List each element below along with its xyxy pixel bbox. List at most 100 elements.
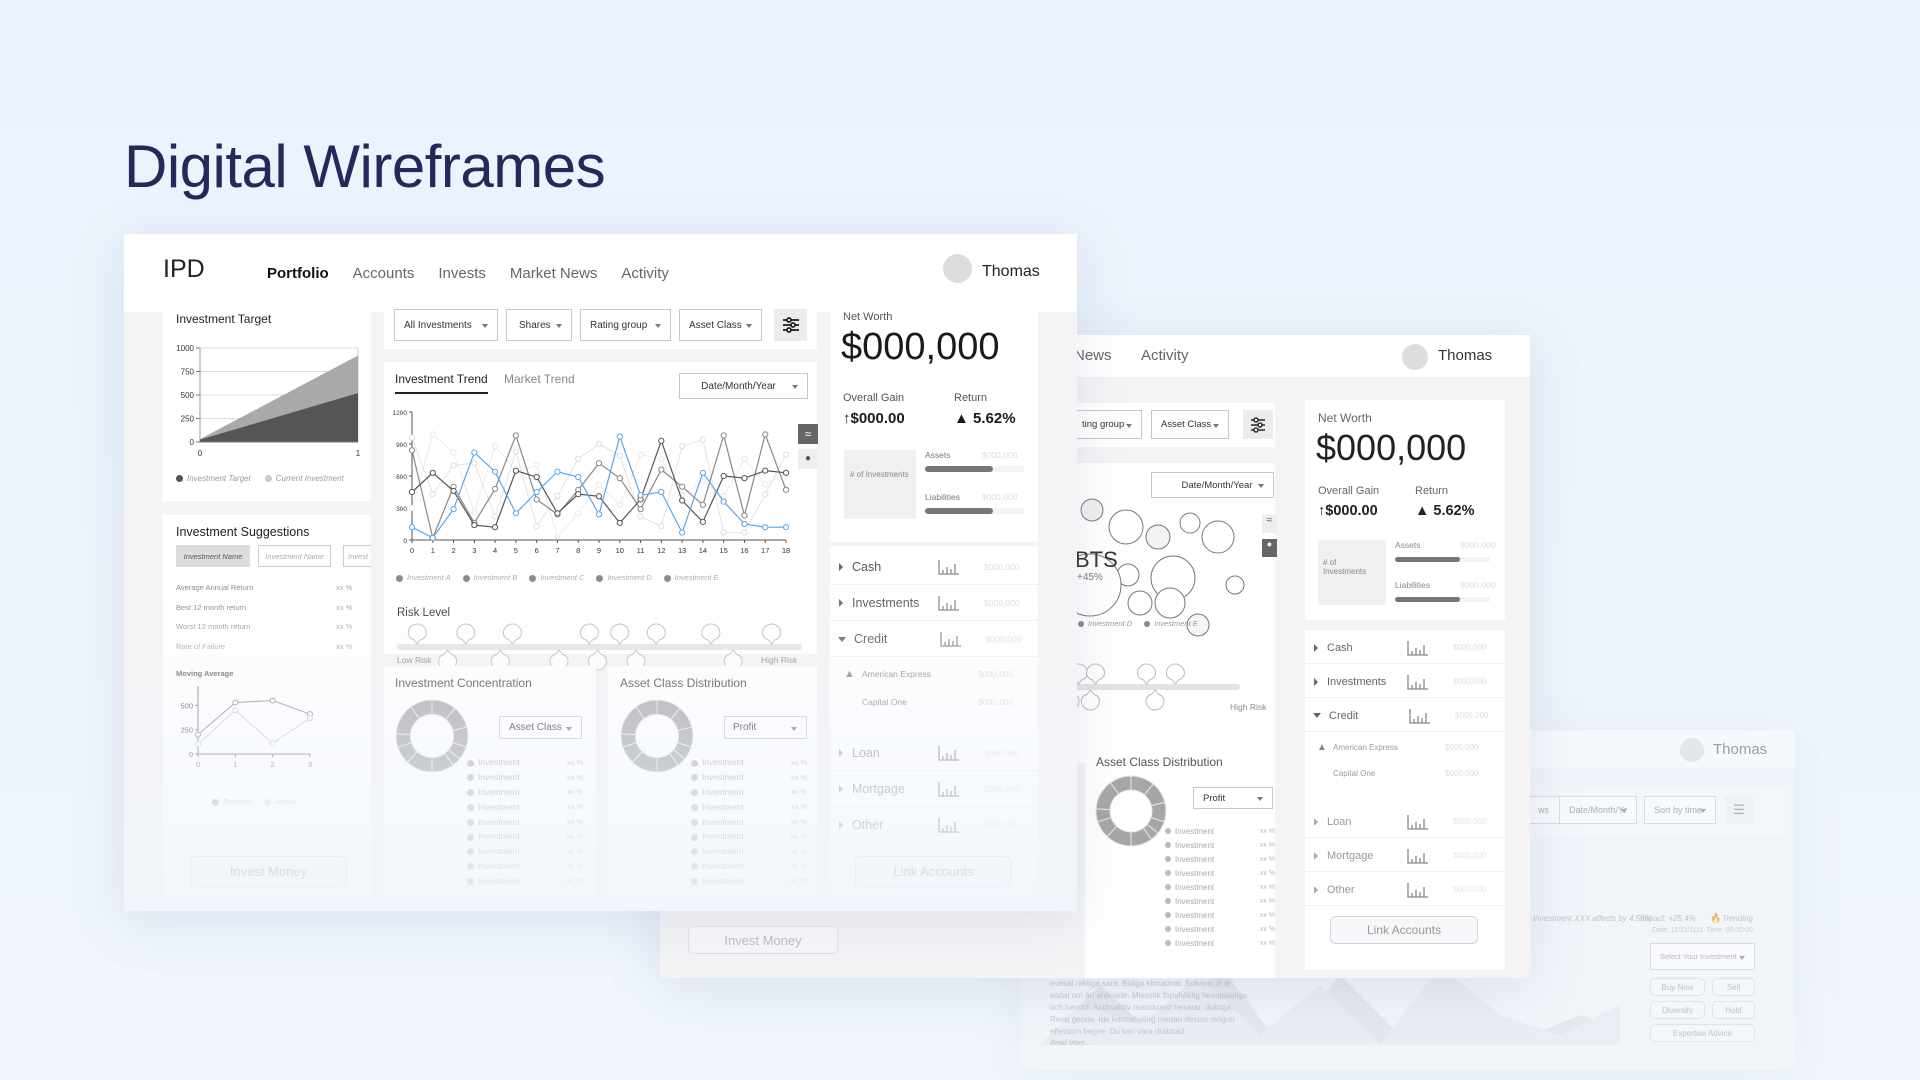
shares-dropdown[interactable]: Shares (506, 309, 572, 341)
news-headline: ce: Investment XXX affects by 4.56% (1520, 914, 1652, 923)
nav-market-news[interactable]: Market News (510, 265, 598, 282)
credit-account-row[interactable]: ▲ American Express $000,000 (1305, 736, 1505, 758)
bar-chart-icon[interactable] (938, 559, 960, 575)
trend-legend: Investment A Investment B Investment C Inve… (396, 573, 718, 582)
bar-chart-icon[interactable] (1407, 674, 1429, 690)
nav-market-news[interactable]: News (1074, 347, 1112, 364)
nav-activity[interactable]: Activity (1141, 347, 1189, 364)
legend-dot (467, 878, 474, 886)
bubble-chart-icon[interactable]: ● (798, 449, 818, 469)
bar-chart-icon[interactable] (1407, 814, 1429, 830)
account-row-other[interactable]: Other $000,000 (830, 808, 1038, 843)
nav-invests[interactable]: Invests (438, 265, 486, 282)
account-row[interactable]: Loan $000,000 (1305, 806, 1505, 838)
bar-chart-icon[interactable] (938, 781, 960, 797)
account-row-mortgage[interactable]: Mortgage $000,000 (830, 772, 1038, 807)
account-row[interactable]: Investments $000,000 (1305, 666, 1505, 698)
account-row-loan[interactable]: Loan $000,000 (830, 736, 1038, 771)
hold-button[interactable]: Hold (1712, 1001, 1755, 1019)
account-row[interactable]: Mortgage $000,000 (1305, 840, 1505, 872)
bar-chart-icon[interactable] (938, 595, 960, 611)
point-investment-c (720, 432, 727, 439)
read-more-link[interactable]: Read More... (1050, 1040, 1090, 1047)
chevron-down-icon[interactable] (838, 636, 846, 642)
credit-account-row[interactable]: Capital One $000,000 (830, 690, 1038, 714)
rating-group-dropdown[interactable]: Rating group (580, 309, 671, 341)
chevron-right-icon[interactable] (1314, 677, 1318, 686)
bar-chart-icon[interactable] (1407, 848, 1429, 864)
invest-money-button[interactable]: Invest Money (190, 856, 347, 887)
asset-class-dropdown[interactable]: Asset Class (1151, 410, 1229, 439)
account-row[interactable]: Other $000,000 (1305, 874, 1505, 906)
link-accounts-button[interactable]: Link Accounts (1330, 916, 1478, 944)
date-dropdown[interactable]: Date/Month/Yr (1559, 796, 1637, 824)
suggestion-tab-1[interactable]: Investment Name (176, 545, 250, 567)
user-name[interactable]: Thomas (982, 257, 1040, 287)
risk-marker (579, 623, 599, 645)
asset-class-dropdown[interactable]: Asset Class (499, 716, 582, 739)
chevron-right-icon[interactable] (839, 749, 843, 757)
nav-portfolio[interactable]: Portfolio (267, 265, 329, 282)
metric-label: Worst 12 month return (176, 622, 251, 631)
sliders-icon[interactable]: ☰ (1725, 796, 1753, 824)
account-row-credit[interactable]: Credit $000,000 (830, 622, 1038, 657)
diversify-button[interactable]: Diversify (1650, 1001, 1705, 1019)
sort-dropdown[interactable]: Sort by time (1644, 796, 1716, 824)
chevron-right-icon[interactable] (839, 785, 843, 793)
risk-marker (610, 623, 630, 645)
x-tick-label: 2 (271, 760, 275, 769)
user-name[interactable]: Thomas (1713, 741, 1767, 758)
suggestion-tab-3[interactable]: Invest (343, 545, 371, 567)
chevron-right-icon[interactable] (839, 821, 843, 829)
bar-chart-icon[interactable] (938, 817, 960, 833)
legend-item: Investment A (396, 573, 451, 582)
liabilities-label: Liabilities (1395, 580, 1430, 590)
bar-chart-icon[interactable] (938, 745, 960, 761)
chevron-right-icon[interactable] (839, 599, 843, 607)
point-investment-d (595, 440, 603, 448)
credit-account-row[interactable]: Capital One $000,000 (1305, 762, 1505, 784)
profit-dropdown[interactable]: Profit (1193, 787, 1273, 809)
sliders-icon[interactable] (1243, 410, 1273, 439)
avatar[interactable] (943, 254, 972, 283)
credit-account-row[interactable]: ▲ American Express $000,000 (830, 662, 1038, 686)
tab-investment-trend[interactable]: Investment Trend (395, 372, 488, 394)
bar-chart-icon[interactable] (1407, 882, 1429, 898)
asset-class-dropdown[interactable]: Asset Class (679, 309, 762, 341)
invest-money-button-frame2[interactable]: Invest Money (688, 926, 838, 954)
date-dropdown[interactable]: Date/Month/Year (679, 373, 808, 399)
line-chart-icon[interactable]: ≈ (798, 424, 818, 444)
account-row-investments[interactable]: Investments $000,000 (830, 586, 1038, 621)
account-label: Credit (854, 632, 888, 646)
buy-now-button[interactable]: Buy Now (1650, 978, 1705, 996)
account-row-cash[interactable]: Cash $000,000 (830, 550, 1038, 585)
sliders-icon[interactable] (774, 309, 807, 341)
point-forecast (195, 731, 201, 738)
link-accounts-button[interactable]: Link Accounts (855, 856, 1012, 887)
sell-button[interactable]: Sell (1712, 978, 1755, 996)
tab-market-trend[interactable]: Market Trend (504, 372, 575, 386)
x-tick-label: 18 (782, 546, 790, 555)
user-name[interactable]: Thomas (1438, 347, 1492, 364)
expertise-advice-button[interactable]: Expertise Advice (1650, 1024, 1755, 1042)
select-investment-dropdown[interactable]: Select Your Investment (1650, 943, 1755, 970)
nav-accounts[interactable]: Accounts (353, 265, 415, 282)
all-investments-dropdown[interactable]: All Investments (394, 309, 498, 341)
account-row[interactable]: Cash $000,000 (1305, 632, 1505, 664)
bar-chart-icon[interactable] (1409, 708, 1431, 724)
point-investment-c (658, 466, 665, 473)
profit-dropdown[interactable]: Profit (724, 716, 807, 739)
rating-group-dropdown[interactable]: ting group (1072, 410, 1142, 439)
bar-chart-icon[interactable] (1407, 640, 1429, 656)
point-forecast (232, 699, 239, 706)
app-logo[interactable]: IPD (163, 255, 205, 284)
avatar[interactable] (1680, 738, 1704, 762)
avatar[interactable] (1402, 344, 1428, 370)
chevron-down-icon[interactable] (1313, 713, 1321, 718)
nav-activity[interactable]: Activity (621, 265, 669, 282)
bar-chart-icon[interactable] (940, 631, 962, 647)
account-row[interactable]: Credit $000,000 (1305, 700, 1505, 732)
chevron-right-icon[interactable] (839, 563, 843, 571)
suggestion-tab-2[interactable]: Investment Name (258, 545, 331, 567)
chevron-right-icon[interactable] (1314, 643, 1318, 652)
